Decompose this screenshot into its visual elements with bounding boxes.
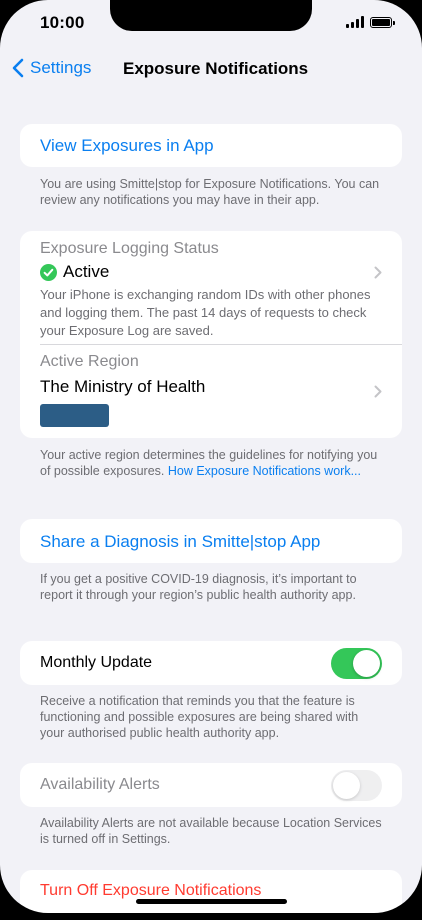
availability-alerts-toggle[interactable] [331,770,382,801]
share-diagnosis-row[interactable]: Share a Diagnosis in Smitte|stop App [20,519,402,563]
region-value: The Ministry of Health [40,377,206,396]
chevron-right-icon [374,385,382,398]
toggle-knob [353,650,380,677]
availability-alerts-label: Availability Alerts [40,776,160,793]
logging-status-text: Active [63,262,110,281]
battery-icon [370,16,395,28]
page-title: Exposure Notifications [123,59,309,78]
status-bar: 10:00 [0,0,422,46]
region-footer: Your active region determines the guidel… [40,447,385,479]
monthly-footer: Receive a notification that reminds you … [40,694,359,740]
back-button[interactable]: Settings [12,58,91,78]
status-icons [346,16,395,28]
logging-description: Your iPhone is exchanging random IDs wit… [40,287,371,338]
home-indicator[interactable] [136,899,287,904]
region-logo [40,404,109,427]
view-exposures-row[interactable]: View Exposures in App [20,124,402,167]
monthly-update-toggle[interactable] [331,648,382,679]
checkmark-circle-icon [40,263,57,281]
chevron-left-icon [12,58,24,78]
back-label: Settings [30,58,92,77]
signal-icon [346,16,364,28]
monthly-update-label: Monthly Update [40,654,153,671]
share-diagnosis-link[interactable]: Share a Diagnosis in Smitte|stop App [20,519,402,552]
turn-off-button[interactable]: Turn Off Exposure Notifications [40,882,261,900]
exposure-logging-row[interactable]: Exposure Logging Status Active Your iPho… [20,231,402,344]
navigation-bar: Settings Exposure Notifications [0,50,422,90]
monthly-update-row: Monthly Update [20,641,402,685]
availability-alerts-row: Availability Alerts [20,763,402,807]
view-exposures-footer: You are using Smitte|stop for Exposure N… [40,177,380,207]
logging-title: Exposure Logging Status [40,240,219,257]
view-exposures-link[interactable]: View Exposures in App [20,124,402,156]
status-time: 10:00 [40,13,85,32]
logging-status: Active [40,262,109,282]
active-region-row[interactable]: Active Region The Ministry of Health [20,345,402,438]
toggle-knob [333,772,360,799]
region-title: Active Region [40,353,139,370]
how-exposure-notifications-work-link[interactable]: How Exposure Notifications work... [168,464,361,478]
status-card: Exposure Logging Status Active Your iPho… [20,231,402,438]
share-footer: If you get a positive COVID-19 diagnosis… [40,572,357,602]
availability-footer: Availability Alerts are not available be… [40,816,382,846]
chevron-right-icon [374,266,382,279]
